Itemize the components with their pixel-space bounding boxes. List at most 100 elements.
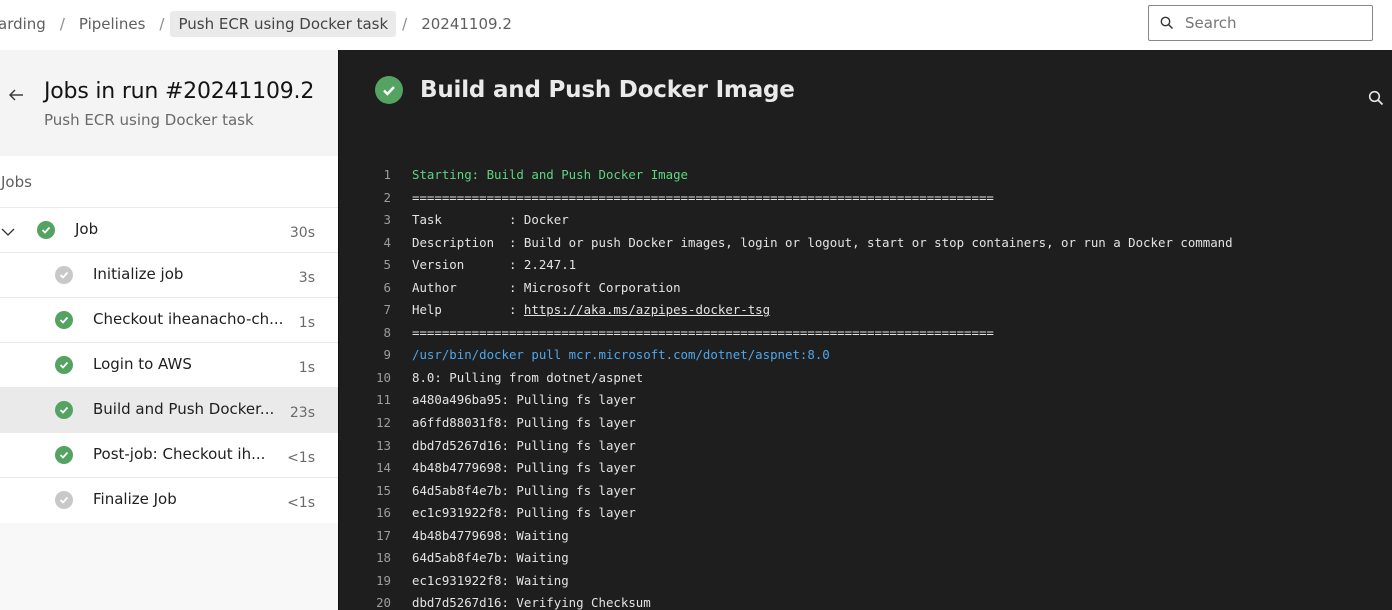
breadcrumb-item-pipelines[interactable]: Pipelines (71, 11, 154, 37)
arrow-left-icon (8, 87, 24, 106)
log-line-number[interactable]: 12 (339, 412, 391, 435)
log-line-text: a6ffd88031f8: Pulling fs layer (412, 415, 636, 431)
jobs-section-label: Jobs (0, 156, 338, 208)
log-line-number[interactable]: 16 (339, 502, 391, 525)
log-lines: 1 Starting: Build and Push Docker Image 2 =… (339, 164, 1233, 610)
log-line-number[interactable]: 5 (339, 254, 391, 277)
log-line: 7 Help : https://aka.ms/azpipes-docker-ts… (339, 299, 1233, 322)
log-line-number[interactable]: 19 (339, 570, 391, 593)
page-title: Jobs in run #20241109.2 (44, 79, 315, 104)
log-line-number[interactable]: 9 (339, 344, 391, 367)
log-line: 10 8.0: Pulling from dotnet/aspnet (339, 367, 1233, 390)
log-line-number[interactable]: 11 (339, 389, 391, 412)
log-line: 20 dbd7d5267d16: Verifying Checksum (339, 592, 1233, 610)
log-line-number[interactable]: 13 (339, 435, 391, 458)
log-line-number[interactable]: 2 (339, 187, 391, 210)
step-duration: 23s (289, 405, 315, 421)
log-line-text: Starting: Build and Push Docker Image (412, 167, 689, 182)
log-line: 14 4b48b4779698: Pulling fs layer (339, 457, 1233, 480)
log-line-text: dbd7d5267d16: Verifying Checksum (412, 595, 651, 610)
job-label: Job (75, 220, 99, 238)
log-line: 18 64d5ab8f4e7b: Waiting (339, 547, 1233, 570)
step-row-post-job-checkout[interactable]: Post-job: Checkout ih... <1s (0, 433, 338, 478)
success-check-icon (55, 446, 73, 464)
log-line: 3 Task : Docker (339, 209, 1233, 232)
log-line-text: 4b48b4779698: Waiting (412, 527, 569, 543)
log-line-number[interactable]: 14 (339, 457, 391, 480)
log-line: 4 Description : Build or push Docker imag… (339, 232, 1233, 255)
log-line-text: Author : Microsoft Corporation (412, 279, 681, 295)
step-label: Login to AWS (93, 355, 192, 373)
search-box[interactable] (1148, 5, 1373, 41)
neutral-check-icon (55, 491, 73, 509)
search-input[interactable] (1185, 14, 1355, 32)
log-line: 16 ec1c931922f8: Pulling fs layer (339, 502, 1233, 525)
log-line-number[interactable]: 3 (339, 209, 391, 232)
help-link[interactable]: https://aka.ms/azpipes-docker-tsg (524, 302, 770, 317)
log-line-text: dbd7d5267d16: Pulling fs layer (412, 437, 636, 453)
log-line: 13 dbd7d5267d16: Pulling fs layer (339, 435, 1233, 458)
log-line-text: /usr/bin/docker pull mcr.microsoft.com/d… (412, 347, 830, 363)
log-panel: Build and Push Docker Image 1 Starting: B… (338, 50, 1392, 610)
log-line-text: ========================================… (412, 324, 994, 340)
log-search-button[interactable] (1368, 90, 1384, 110)
log-line-number[interactable]: 4 (339, 232, 391, 255)
breadcrumb: arding / Pipelines / Push ECR using Dock… (0, 9, 520, 39)
log-line-number[interactable]: 6 (339, 277, 391, 300)
success-check-icon (375, 76, 403, 104)
success-check-icon (55, 311, 73, 329)
jobs-panel-header: Jobs in run #20241109.2 Push ECR using D… (0, 50, 338, 156)
neutral-check-icon (55, 266, 73, 284)
back-button[interactable] (6, 86, 26, 106)
step-duration: <1s (287, 495, 315, 511)
log-line: 8 =======================================… (339, 322, 1233, 345)
step-row-login-aws[interactable]: Login to AWS 1s (0, 343, 338, 388)
chevron-down-icon[interactable] (0, 223, 16, 242)
success-check-icon (55, 401, 73, 419)
log-line-number[interactable]: 8 (339, 322, 391, 345)
log-line-text: 64d5ab8f4e7b: Pulling fs layer (412, 482, 636, 498)
job-duration: 30s (289, 225, 315, 241)
breadcrumb-item-pipeline[interactable]: Push ECR using Docker task (170, 11, 397, 37)
log-line-number[interactable]: 15 (339, 480, 391, 503)
log-line-text: a480a496ba95: Pulling fs layer (412, 392, 636, 408)
log-line-number[interactable]: 18 (339, 547, 391, 570)
step-label: Build and Push Docker... (93, 400, 275, 418)
step-duration: 3s (298, 270, 315, 286)
search-icon (1149, 16, 1185, 30)
step-label: Finalize Job (93, 490, 177, 508)
log-line: 15 64d5ab8f4e7b: Pulling fs layer (339, 480, 1233, 503)
log-line-number[interactable]: 1 (339, 164, 391, 187)
success-check-icon (37, 221, 55, 239)
breadcrumb-item-run[interactable]: 20241109.2 (413, 11, 520, 37)
job-row[interactable]: Job 30s (0, 208, 338, 253)
log-line: 1 Starting: Build and Push Docker Image (339, 164, 1233, 187)
log-line: 11 a480a496ba95: Pulling fs layer (339, 389, 1233, 412)
log-line-number[interactable]: 7 (339, 299, 391, 322)
pipeline-subtitle: Push ECR using Docker task (44, 111, 254, 129)
log-header: Build and Push Docker Image (375, 76, 795, 104)
log-line-number[interactable]: 10 (339, 367, 391, 390)
step-duration: 1s (298, 360, 315, 376)
log-line-text: 4b48b4779698: Pulling fs layer (412, 460, 636, 476)
step-label: Checkout iheanacho-ch... (93, 310, 284, 328)
log-line-number[interactable]: 20 (339, 592, 391, 610)
log-line-text: Description : Build or push Docker image… (412, 234, 1233, 250)
log-line-text: 8.0: Pulling from dotnet/aspnet (412, 369, 644, 385)
step-row-finalize-job[interactable]: Finalize Job <1s (0, 478, 338, 523)
step-row-initialize-job[interactable]: Initialize job 3s (0, 253, 338, 298)
search-icon (1368, 90, 1384, 110)
step-row-build-push-docker[interactable]: Build and Push Docker... 23s (0, 388, 338, 433)
breadcrumb-separator: / (59, 15, 65, 33)
step-label: Initialize job (93, 265, 184, 283)
log-line-text: Help : https://aka.ms/azpipes-docker-tsg (412, 302, 771, 318)
log-line-text: ec1c931922f8: Waiting (412, 572, 569, 588)
log-line: 19 ec1c931922f8: Waiting (339, 570, 1233, 593)
step-row-checkout[interactable]: Checkout iheanacho-ch... 1s (0, 298, 338, 343)
log-line: 9/usr/bin/docker pull mcr.microsoft.com/… (339, 344, 1233, 367)
top-bar: arding / Pipelines / Push ECR using Dock… (0, 0, 1392, 50)
log-line-number[interactable]: 17 (339, 525, 391, 548)
jobs-panel: Jobs in run #20241109.2 Push ECR using D… (0, 50, 338, 610)
breadcrumb-item-project[interactable]: arding (0, 11, 54, 37)
jobs-list: Jobs Job 30s Initialize job 3s Checkout … (0, 156, 338, 523)
